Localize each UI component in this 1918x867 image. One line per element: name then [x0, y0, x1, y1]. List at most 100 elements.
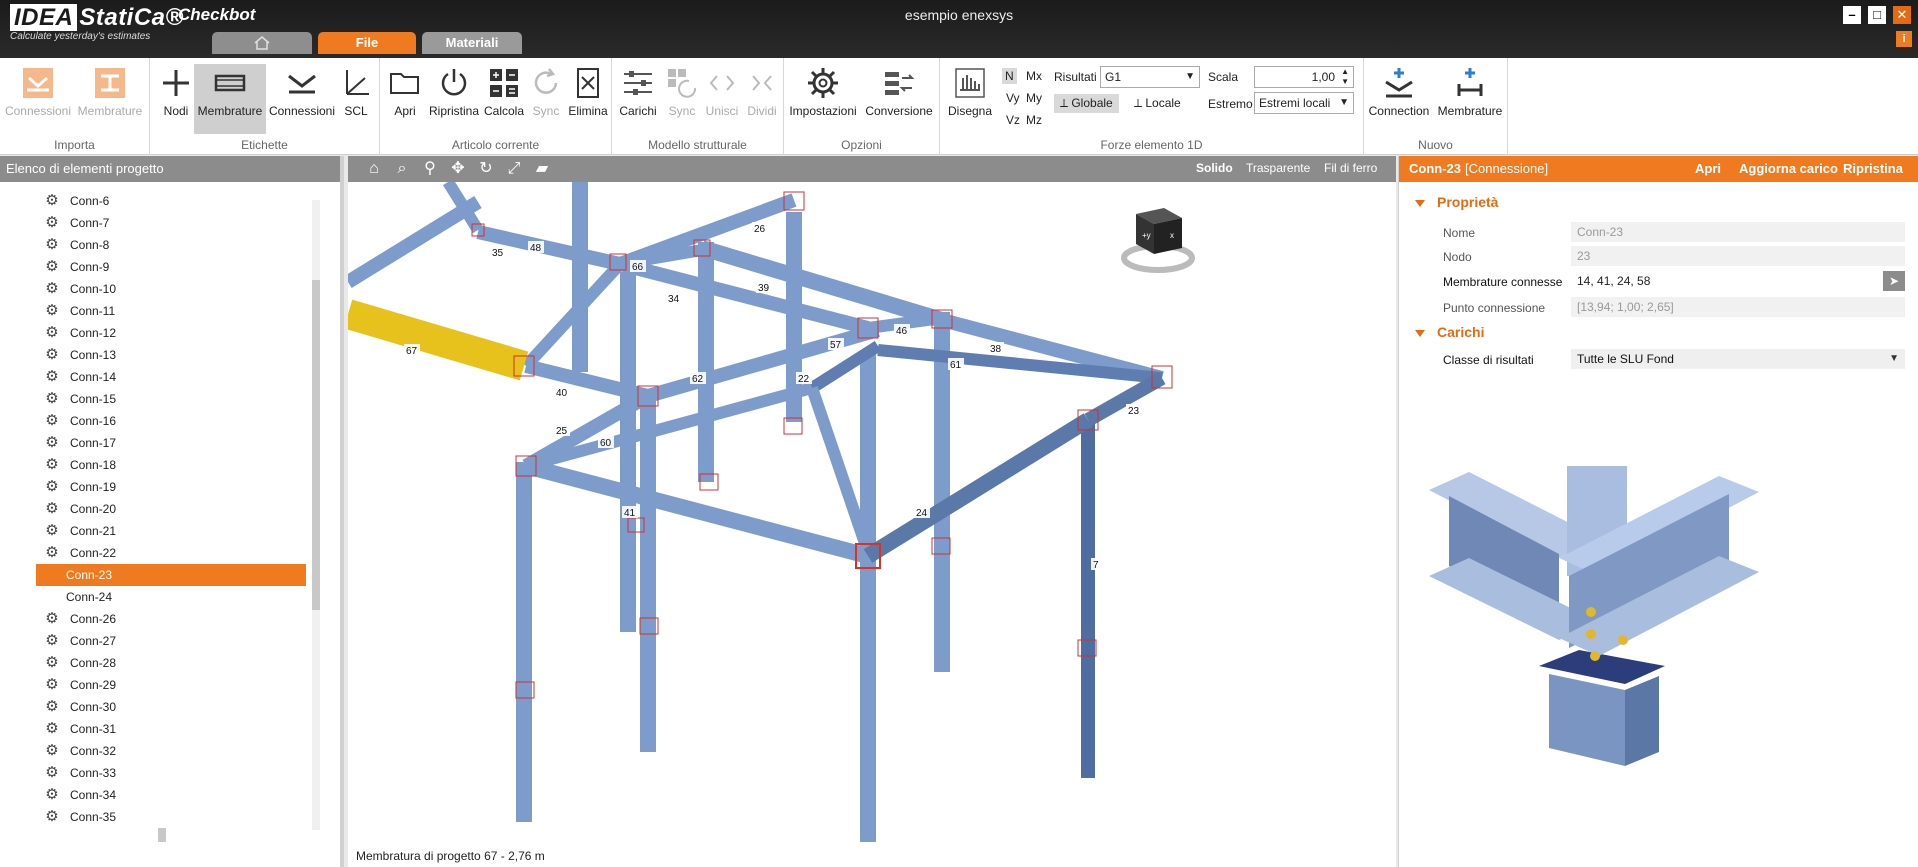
apri-button[interactable]: Apri: [384, 64, 426, 134]
component-n-toggle[interactable]: N: [1002, 68, 1017, 84]
tree-item-conn-27[interactable]: ⚙ Conn-27: [36, 630, 306, 652]
risultati-select[interactable]: G1 ▼: [1100, 66, 1200, 88]
pick-cursor-icon[interactable]: ➤: [1883, 271, 1905, 291]
view-cube-right[interactable]: [1154, 218, 1182, 254]
tree-item-conn-23[interactable]: Conn-23: [36, 564, 306, 586]
beam-67-highlighted[interactable]: [348, 299, 529, 381]
tree-item-conn-32[interactable]: ⚙ Conn-32: [36, 740, 306, 762]
tree-item-conn-35[interactable]: ⚙ Conn-35: [36, 806, 306, 828]
home-view-icon[interactable]: ⌂: [364, 160, 384, 178]
component-mx-toggle[interactable]: Mx: [1026, 69, 1042, 83]
apri-link[interactable]: Apri: [1695, 156, 1721, 182]
conversione-button[interactable]: Conversione: [862, 64, 936, 134]
membrature-connesse-field[interactable]: 14, 41, 24, 58: [1571, 271, 1877, 291]
sync-item-button[interactable]: Sync: [526, 64, 566, 134]
tree-item-conn-7[interactable]: ⚙ Conn-7: [36, 212, 306, 234]
zoom-icon[interactable]: ⚲: [420, 160, 440, 178]
import-connessioni-button[interactable]: Connessioni: [4, 64, 72, 134]
tree-item-conn-22[interactable]: ⚙ Conn-22: [36, 542, 306, 564]
unisci-button[interactable]: Unisci: [702, 64, 742, 134]
impostazioni-button[interactable]: Impostazioni: [788, 64, 858, 134]
tree-item-conn-13[interactable]: ⚙ Conn-13: [36, 344, 306, 366]
calcola-button[interactable]: Calcola: [482, 64, 526, 134]
tree-item-conn-8[interactable]: ⚙ Conn-8: [36, 234, 306, 256]
tree-scrollbar-thumb[interactable]: [312, 280, 320, 610]
label-nodi-button[interactable]: Nodi: [154, 64, 198, 134]
aggiorna-carico-link[interactable]: Aggiorna carico: [1739, 156, 1838, 182]
group-label-opzioni: Opzioni: [841, 138, 882, 152]
tree-item-conn-29[interactable]: ⚙ Conn-29: [36, 674, 306, 696]
spinner-icon[interactable]: ▲ ▼: [1341, 67, 1349, 87]
close-button[interactable]: ✕: [1893, 6, 1911, 24]
pan-icon[interactable]: ✥: [448, 160, 468, 178]
tree-item-conn-21[interactable]: ⚙ Conn-21: [36, 520, 306, 542]
tree-item-conn-18[interactable]: ⚙ Conn-18: [36, 454, 306, 476]
elimina-button[interactable]: Elimina: [566, 64, 610, 134]
maximize-button[interactable]: □: [1868, 6, 1886, 24]
node-icon: [163, 70, 189, 96]
classe-risultati-select[interactable]: Tutte le SLU Fond ▼: [1571, 349, 1905, 369]
zoom-extents-icon[interactable]: ⤢: [504, 160, 524, 178]
tree-item-conn-17[interactable]: ⚙ Conn-17: [36, 432, 306, 454]
bolt: [1586, 629, 1596, 639]
tree-scrollbar[interactable]: [312, 200, 320, 830]
tab-home[interactable]: [212, 32, 312, 54]
tree-item-conn-14[interactable]: ⚙ Conn-14: [36, 366, 306, 388]
mode-trasparente[interactable]: Trasparente: [1246, 161, 1310, 175]
zoom-window-icon[interactable]: ⌕: [392, 160, 412, 178]
disegna-button[interactable]: Disegna: [942, 64, 998, 134]
tree-item-conn-31[interactable]: ⚙ Conn-31: [36, 718, 306, 740]
ripristina-link[interactable]: Ripristina: [1843, 156, 1903, 182]
locale-toggle[interactable]: ⟂ Locale: [1134, 96, 1181, 111]
tree-item-conn-28[interactable]: ⚙ Conn-28: [36, 652, 306, 674]
view-cube[interactable]: +y x: [1121, 208, 1195, 273]
new-member-button[interactable]: Membrature: [1434, 64, 1506, 134]
tree-item-conn-10[interactable]: ⚙ Conn-10: [36, 278, 306, 300]
connection-3d-preview[interactable]: [1429, 426, 1789, 786]
component-vy-toggle[interactable]: Vy: [1006, 91, 1020, 105]
tree-item-conn-16[interactable]: ⚙ Conn-16: [36, 410, 306, 432]
3d-viewport[interactable]: ⌂ ⌕ ⚲ ✥ ↻ ⤢ ▰ Solido Trasparente Fil di …: [348, 156, 1396, 867]
section-proprieta[interactable]: Proprietà: [1415, 194, 1498, 210]
component-my-toggle[interactable]: My: [1026, 91, 1042, 105]
mode-fil-di-ferro[interactable]: Fil di ferro: [1324, 161, 1377, 175]
structure-3d-scene[interactable]: 35 482666393467404657 386162 2225602341 247 …: [348, 182, 1396, 842]
ripristina-button[interactable]: Ripristina: [426, 64, 482, 134]
mode-solido[interactable]: Solido: [1196, 161, 1233, 175]
rotate-icon[interactable]: ↻: [476, 160, 496, 178]
import-membrature-button[interactable]: Membrature: [74, 64, 146, 134]
tree-item-conn-12[interactable]: ⚙ Conn-12: [36, 322, 306, 344]
tree-item-conn-9[interactable]: ⚙ Conn-9: [36, 256, 306, 278]
sync-model-button[interactable]: Sync: [662, 64, 702, 134]
scala-input[interactable]: 1,00 ▲ ▼: [1254, 66, 1354, 88]
minimize-button[interactable]: –: [1843, 6, 1861, 24]
tree-item-conn-26[interactable]: ⚙ Conn-26: [36, 608, 306, 630]
new-connection-button[interactable]: Connection: [1366, 64, 1432, 134]
component-vz-toggle[interactable]: Vz: [1006, 113, 1020, 127]
tree-item-conn-20[interactable]: ⚙ Conn-20: [36, 498, 306, 520]
tree-item-conn-24[interactable]: Conn-24: [36, 586, 306, 608]
label-scl-button[interactable]: SCL: [336, 64, 376, 134]
tree-item-label: Conn-26: [70, 612, 117, 626]
section-carichi[interactable]: Carichi: [1415, 324, 1484, 340]
estremo-select[interactable]: Estremi locali ▼: [1254, 92, 1354, 114]
tab-file[interactable]: File: [318, 32, 416, 54]
dividi-button[interactable]: Dividi: [742, 64, 782, 134]
tree-item-conn-34[interactable]: ⚙ Conn-34: [36, 784, 306, 806]
tree-hscroll-thumb[interactable]: [158, 828, 166, 842]
tree-item-conn-30[interactable]: ⚙ Conn-30: [36, 696, 306, 718]
section-box-icon[interactable]: ▰: [532, 160, 552, 178]
tree-item-conn-33[interactable]: ⚙ Conn-33: [36, 762, 306, 784]
tree-item-conn-11[interactable]: ⚙ Conn-11: [36, 300, 306, 322]
tree-item-conn-15[interactable]: ⚙ Conn-15: [36, 388, 306, 410]
info-icon[interactable]: i: [1896, 31, 1912, 47]
tree-item-conn-19[interactable]: ⚙ Conn-19: [36, 476, 306, 498]
tree-item-conn-6[interactable]: ⚙ Conn-6: [36, 190, 306, 212]
document-title: esempio enexsys: [904, 7, 1014, 23]
label-connessioni-button[interactable]: Connessioni: [268, 64, 336, 134]
carichi-button[interactable]: Carichi: [616, 64, 660, 134]
label-membrature-button[interactable]: Membrature: [194, 64, 266, 134]
tab-materiali[interactable]: Materiali: [422, 32, 522, 54]
globale-toggle[interactable]: ⟂ Globale: [1054, 94, 1119, 113]
component-mz-toggle[interactable]: Mz: [1026, 113, 1042, 127]
